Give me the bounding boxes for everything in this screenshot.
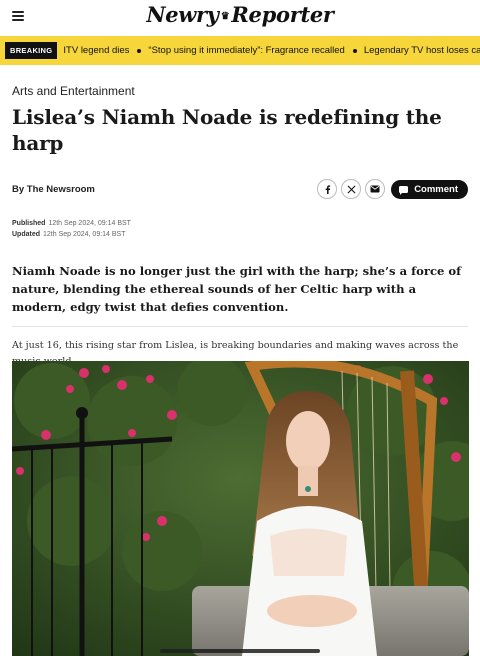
ticker-item[interactable]: ITV legend dies — [63, 45, 129, 56]
email-icon[interactable] — [365, 179, 386, 199]
published-value: 12th Sep 2024, 09:14 BST — [48, 220, 131, 227]
ticker-item[interactable]: Legendary TV host loses cancer battle — [364, 45, 480, 56]
divider — [12, 325, 468, 327]
home-indicator[interactable] — [160, 649, 320, 653]
updated-label: Updated — [12, 230, 40, 238]
ticker-item[interactable]: “Stop using it immediately”: Fragrance r… — [148, 45, 344, 56]
x-icon[interactable] — [341, 179, 362, 199]
share-actions: Comment — [313, 179, 468, 199]
article-content: Arts and Entertainment Lislea’s Niamh No… — [0, 84, 480, 370]
updated-value: 12th Sep 2024, 09:14 BST — [43, 230, 126, 238]
ticker-separator — [137, 48, 142, 53]
article-byline[interactable]: By The Newsroom — [12, 184, 95, 195]
article-dates: Published 12th Sep 2024, 09:14 BST Update… — [12, 219, 468, 241]
hero-photo-illustration — [12, 361, 469, 656]
published-label: Published — [12, 220, 46, 227]
ticker-separator — [352, 48, 357, 53]
byline-row: By The Newsroom Comment — [12, 179, 468, 199]
comment-bubble-icon — [399, 185, 409, 195]
crest-icon: ♛ — [220, 11, 230, 22]
logo-left: Newry — [146, 2, 219, 27]
site-logo[interactable]: Newry ♛Reporter — [0, 2, 480, 27]
breaking-news-bar: BREAKING ITV legend dies “Stop using it … — [0, 36, 480, 65]
article-headline: Lislea’s Niamh Noade is redefining the h… — [12, 105, 442, 155]
article-category[interactable]: Arts and Entertainment — [12, 84, 468, 98]
comment-label: Comment — [414, 183, 458, 195]
article-lede: Niamh Noade is no longer just the girl w… — [12, 263, 462, 314]
site-header: Newry ♛Reporter — [0, 0, 480, 36]
comment-button[interactable]: Comment — [391, 179, 468, 199]
breaking-ticker: ITV legend dies “Stop using it immediate… — [57, 45, 480, 56]
logo-right: Reporter — [231, 2, 334, 27]
facebook-icon[interactable] — [317, 179, 338, 199]
article-hero-photo[interactable] — [12, 361, 469, 656]
updated-row: Updated 12th Sep 2024, 09:14 BST — [12, 230, 468, 241]
breaking-label: BREAKING — [5, 42, 58, 59]
published-row: Published 12th Sep 2024, 09:14 BST — [12, 219, 468, 230]
